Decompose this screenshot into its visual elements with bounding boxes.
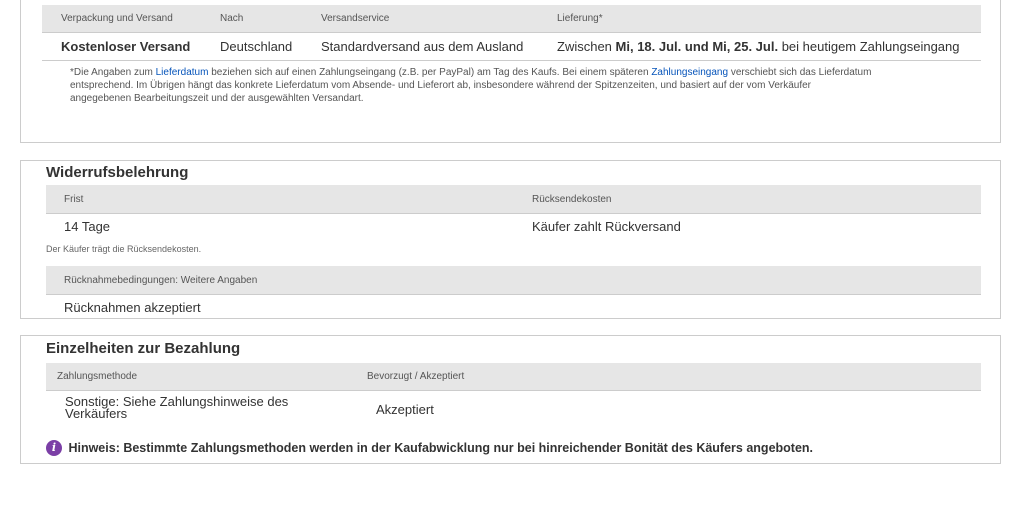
footnote-text-3: verschiebt sich das Lieferdatum bbox=[728, 67, 872, 78]
col-to: Nach bbox=[220, 13, 244, 24]
info-icon: i bbox=[46, 439, 62, 456]
shipping-destination: Deutschland bbox=[220, 39, 293, 54]
return-cost-note: Der Käufer trägt die Rücksendekosten. bbox=[46, 244, 202, 254]
payment-status: Akzeptiert bbox=[376, 402, 434, 417]
col-period: Frist bbox=[64, 194, 84, 205]
payment-hint-text: Hinweis: Bestimmte Zahlungsmethoden werd… bbox=[68, 440, 814, 455]
returns-section bbox=[20, 160, 1001, 319]
col-method: Zahlungsmethode bbox=[57, 371, 138, 382]
payment-table-header: Zahlungsmethode Bevorzugt / Akzeptiert bbox=[46, 363, 981, 391]
return-cost: Käufer zahlt Rückversand bbox=[532, 219, 681, 234]
payment-hint: i Hinweis: Bestimmte Zahlungsmethoden we… bbox=[46, 439, 813, 456]
returns-table-header: Frist Rücksendekosten bbox=[46, 185, 981, 214]
lieferdatum-link[interactable]: Lieferdatum bbox=[156, 67, 209, 78]
footnote-line-2: entsprechend. Im Übrigen hängt das konkr… bbox=[70, 80, 812, 91]
shipping-table-header: Verpackung und Versand Nach Versandservi… bbox=[42, 5, 981, 33]
return-period: 14 Tage bbox=[64, 219, 111, 234]
payment-method-line-2: Verkäufers bbox=[65, 406, 128, 421]
return-conditions-header: Rücknahmebedingungen: Weitere Angaben bbox=[46, 266, 981, 295]
col-preferred: Bevorzugt / Akzeptiert bbox=[367, 371, 465, 382]
shipping-service: Standardversand aus dem Ausland bbox=[321, 39, 524, 54]
col-return-cost: Rücksendekosten bbox=[532, 194, 612, 205]
payment-method: Sonstige: Siehe Zahlungshinweise des Ver… bbox=[65, 395, 288, 421]
delivery-dates: Mi, 18. Jul. und Mi, 25. Jul. bbox=[615, 39, 779, 54]
delivery-prefix: Zwischen bbox=[557, 39, 616, 54]
footnote-text-1: *Die Angaben zum bbox=[70, 67, 156, 78]
shipping-row: Kostenloser Versand Deutschland Standard… bbox=[42, 33, 981, 61]
footnote-text-2: beziehen sich auf einen Zahlungseingang … bbox=[208, 67, 652, 78]
delivery-estimate: Zwischen Mi, 18. Jul. und Mi, 25. Jul. b… bbox=[557, 39, 960, 54]
footnote-line-3: angegebenen Bearbeitungszeit und der aus… bbox=[70, 93, 364, 104]
zahlungseingang-link[interactable]: Zahlungseingang bbox=[651, 67, 728, 78]
shipping-cost: Kostenloser Versand bbox=[61, 39, 191, 54]
col-service: Versandservice bbox=[321, 13, 390, 24]
return-conditions-label: Rücknahmebedingungen: Weitere Angaben bbox=[64, 275, 258, 286]
returns-title: Widerrufsbelehrung bbox=[46, 164, 189, 181]
delivery-footnote: *Die Angaben zum Lieferdatum beziehen si… bbox=[70, 66, 980, 105]
col-packaging: Verpackung und Versand bbox=[61, 13, 173, 24]
payment-title: Einzelheiten zur Bezahlung bbox=[46, 340, 241, 357]
return-conditions-value: Rücknahmen akzeptiert bbox=[64, 300, 201, 315]
col-delivery: Lieferung* bbox=[557, 13, 603, 24]
delivery-suffix: bei heutigem Zahlungseingang bbox=[778, 39, 960, 54]
